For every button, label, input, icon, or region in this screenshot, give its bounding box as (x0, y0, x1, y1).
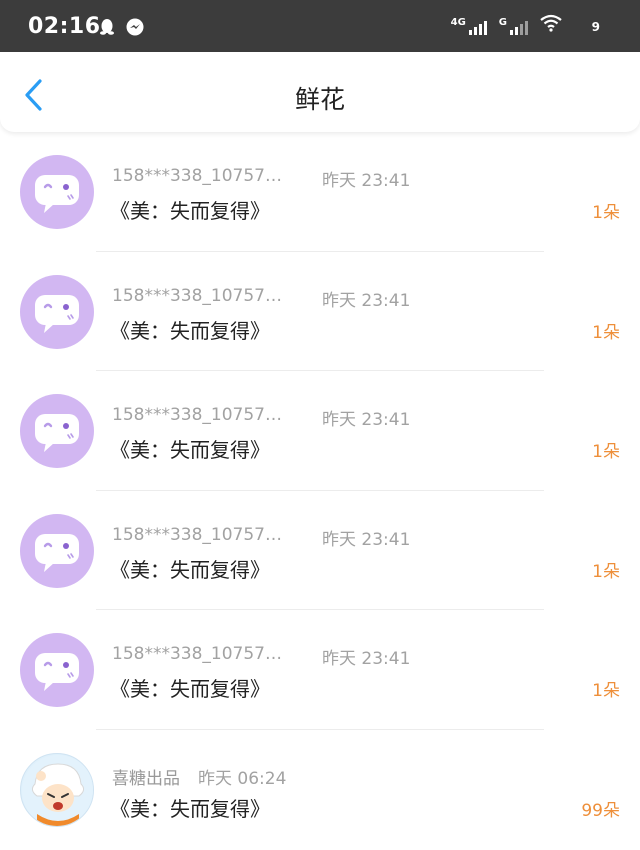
cellular-signal-g-icon: G (499, 17, 528, 35)
gift-book-title: 《美：失而复得》 (110, 438, 270, 463)
record-meta: 158***338_10757… 昨天 23:41 (112, 644, 410, 669)
avatar[interactable] (20, 633, 94, 708)
list-item[interactable]: 158***338_10757… 昨天 23:41 《美：失而复得》 1朵 (0, 132, 640, 252)
flower-count: 1朵 (592, 561, 620, 582)
flower-record-list: 158***338_10757… 昨天 23:41 《美：失而复得》 1朵 15… (0, 132, 640, 850)
record-time: 昨天 06:24 (198, 768, 287, 789)
cellular-signal-4g-icon: 4G (451, 17, 487, 35)
status-bar: 02:16 4G G 9 (0, 0, 640, 52)
sender-name: 158***338_10757… (112, 405, 282, 426)
sender-name: 158***338_10757… (112, 285, 282, 306)
page-title: 鲜花 (294, 85, 345, 114)
cartoon-character-icon (22, 754, 93, 826)
avatar[interactable] (20, 155, 94, 229)
chat-bubble-face-icon (35, 653, 79, 692)
gift-book-title: 《美：失而复得》 (110, 557, 270, 582)
wifi-icon (540, 14, 562, 35)
chat-bubble-face-icon (35, 294, 79, 333)
status-indicators: 4G G (451, 14, 598, 35)
flower-count: 1朵 (592, 681, 620, 702)
page-header: 鲜花 (0, 52, 640, 132)
record-time: 昨天 23:41 (322, 529, 411, 550)
record-meta: 158***338_10757… 昨天 23:41 (112, 525, 410, 550)
sender-name: 158***338_10757… (112, 166, 282, 186)
list-item[interactable]: 158***338_10757… 昨天 23:41 《美：失而复得》 1朵 (0, 371, 640, 491)
flower-count: 1朵 (592, 322, 620, 343)
record-time: 昨天 23:41 (322, 290, 411, 311)
messenger-icon (126, 18, 144, 40)
record-time: 昨天 23:41 (322, 410, 411, 431)
avatar[interactable] (20, 752, 94, 827)
avatar[interactable] (20, 274, 94, 349)
chat-bubble-face-icon (35, 533, 79, 572)
sender-name: 158***338_10757… (112, 524, 282, 545)
record-meta: 158***338_10757… 昨天 23:41 (112, 166, 410, 191)
status-notification-icons (98, 18, 144, 40)
avatar[interactable] (20, 394, 94, 469)
gift-book-title: 《美：失而复得》 (110, 318, 270, 343)
list-item[interactable]: 158***338_10757… 昨天 23:41 《美：失而复得》 1朵 (0, 491, 640, 611)
battery-level: 9 (591, 20, 600, 34)
record-meta: 158***338_10757… 昨天 23:41 (112, 405, 410, 430)
flower-count: 1朵 (592, 203, 620, 223)
list-item[interactable]: 158***338_10757… 昨天 23:41 《美：失而复得》 1朵 (0, 610, 640, 730)
list-item[interactable]: 158***338_10757… 昨天 23:41 《美：失而复得》 1朵 (0, 252, 640, 372)
flower-count: 99朵 (581, 800, 620, 821)
qq-icon (98, 18, 116, 40)
chat-bubble-face-icon (35, 414, 79, 453)
gift-book-title: 《美：失而复得》 (110, 796, 270, 821)
avatar[interactable] (20, 513, 94, 588)
gift-book-title: 《美：失而复得》 (110, 677, 270, 702)
gift-book-title: 《美：失而复得》 (110, 199, 270, 223)
sender-name: 喜糖出品 (112, 768, 180, 789)
record-meta: 喜糖出品 昨天 06:24 (112, 764, 286, 789)
sender-name: 158***338_10757… (112, 644, 282, 665)
record-meta: 158***338_10757… 昨天 23:41 (112, 286, 410, 311)
record-time: 昨天 23:41 (322, 171, 411, 191)
list-item[interactable]: 喜糖出品 昨天 06:24 《美：失而复得》 99朵 (0, 730, 640, 850)
network-type-g: G (498, 17, 507, 28)
status-time: 02:16 (28, 14, 101, 39)
flower-count: 1朵 (592, 442, 620, 463)
record-time: 昨天 23:41 (322, 649, 411, 670)
network-type-4g: 4G (450, 17, 466, 28)
chat-bubble-face-icon (35, 175, 79, 213)
